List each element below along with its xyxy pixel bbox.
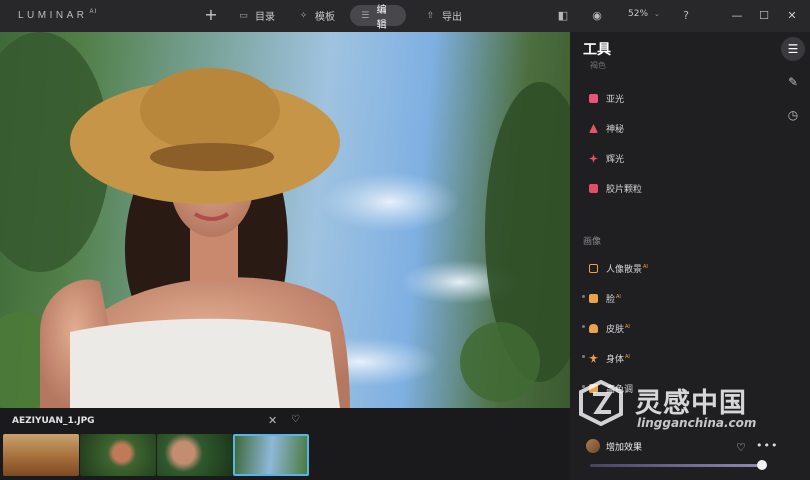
eye-icon[interactable]: ◉ xyxy=(589,8,605,24)
glow-icon xyxy=(589,154,598,163)
tab-catalog-label: 目录 xyxy=(255,12,275,23)
filmstrip: AEZIYUAN_1.JPG ✕ ♡ xyxy=(0,408,570,480)
thumbnail-3[interactable] xyxy=(157,434,233,476)
zoom-value: 52% xyxy=(628,9,649,19)
tool-skin-label: 皮肤AI xyxy=(606,324,630,335)
logo-text: LUMINAR xyxy=(18,10,88,21)
face-icon xyxy=(589,294,598,303)
thumbnail-4-selected[interactable] xyxy=(233,434,309,476)
tool-film-grain-label: 胶片颗粒 xyxy=(606,185,643,195)
panel-title: 工具 xyxy=(583,42,611,58)
favorite-effect[interactable]: 增加效果 xyxy=(586,439,642,453)
tab-export-label: 导出 xyxy=(442,12,462,23)
share-icon: ⇧ xyxy=(426,10,435,21)
photo-canvas[interactable] xyxy=(0,32,570,408)
tool-sepia-partial[interactable]: 褐色 xyxy=(590,60,606,71)
close-button[interactable]: ✕ xyxy=(785,8,799,24)
tab-templates[interactable]: ✧ 模板 xyxy=(288,5,345,26)
tool-body-label: 身体AI xyxy=(606,354,630,365)
portrait-bokeh-icon xyxy=(589,264,598,273)
tool-high-key-label: 高色调 xyxy=(606,385,634,395)
tool-skin[interactable]: 皮肤AI xyxy=(582,322,630,335)
minimize-button[interactable]: — xyxy=(730,8,744,24)
film-grain-icon xyxy=(589,184,598,193)
tool-glow-label: 辉光 xyxy=(606,155,625,165)
tool-film-grain[interactable]: 胶片颗粒 xyxy=(589,182,642,195)
tool-glow[interactable]: 辉光 xyxy=(589,152,624,165)
tool-face[interactable]: 脸AI xyxy=(582,292,621,305)
folder-icon: ▭ xyxy=(239,10,248,21)
close-icon[interactable]: ✕ xyxy=(268,414,277,427)
effect-avatar xyxy=(586,439,600,453)
filename-label: AEZIYUAN_1.JPG xyxy=(12,416,95,426)
slider-knob[interactable] xyxy=(757,460,767,470)
tool-mystical-label: 神秘 xyxy=(606,125,625,135)
magic-wand-icon: ✧ xyxy=(299,10,308,21)
tool-matte[interactable]: 亚光 xyxy=(589,92,624,105)
bullet-icon xyxy=(582,355,585,358)
more-options-icon[interactable]: ••• xyxy=(756,439,778,452)
thumbnail-2[interactable] xyxy=(80,434,156,476)
add-photos-button[interactable]: + xyxy=(204,6,218,24)
chevron-down-icon: ⌄ xyxy=(654,10,660,18)
thumbnail-1[interactable] xyxy=(3,434,79,476)
history-icon[interactable]: ◷ xyxy=(781,103,805,127)
photo-image xyxy=(0,32,570,408)
tab-export[interactable]: ⇧ 导出 xyxy=(415,5,472,26)
app-logo: LUMINAR AI xyxy=(18,9,97,21)
heart-icon[interactable]: ♡ xyxy=(291,414,300,425)
zoom-dropdown[interactable]: 52% ⌄ xyxy=(628,9,660,19)
compare-view-icon[interactable]: ◧ xyxy=(555,8,571,24)
bullet-icon xyxy=(582,325,585,328)
tool-high-key[interactable]: 高色调 xyxy=(582,382,634,395)
tools-panel: 工具 褐色 亚光 神秘 辉光 胶片颗粒 画像 人像散景AI 脸AI 皮肤AI 身… xyxy=(570,32,810,480)
effect-amount-slider[interactable] xyxy=(590,464,762,467)
tool-portrait-bokeh[interactable]: 人像散景AI xyxy=(589,262,648,275)
skin-icon xyxy=(589,324,598,333)
tool-face-label: 脸AI xyxy=(606,294,621,305)
high-key-icon xyxy=(589,384,598,393)
maximize-button[interactable]: ☐ xyxy=(757,8,771,24)
bullet-icon xyxy=(582,385,585,388)
help-icon[interactable]: ? xyxy=(678,8,694,24)
sliders-icon[interactable]: ☰ xyxy=(781,37,805,61)
mystical-icon xyxy=(589,124,598,133)
bullet-icon xyxy=(582,295,585,298)
tool-portrait-bokeh-label: 人像散景AI xyxy=(606,264,648,275)
tab-edit[interactable]: ☰ 编辑 xyxy=(350,5,406,31)
brush-icon[interactable]: ✎ xyxy=(781,70,805,94)
body-icon xyxy=(589,354,598,363)
tool-matte-label: 亚光 xyxy=(606,95,625,105)
heart-icon[interactable]: ♡ xyxy=(736,441,746,454)
matte-icon xyxy=(589,94,598,103)
tab-catalog[interactable]: ▭ 目录 xyxy=(228,5,285,26)
tool-body[interactable]: 身体AI xyxy=(582,352,630,365)
tab-templates-label: 模板 xyxy=(315,12,335,23)
sliders-icon: ☰ xyxy=(361,10,370,21)
section-portrait: 画像 xyxy=(583,237,602,247)
logo-ai: AI xyxy=(89,9,98,15)
top-bar: LUMINAR AI + ▭ 目录 ✧ 模板 ☰ 编辑 ⇧ 导出 ◧ ◉ 52% ⌄… xyxy=(0,0,810,32)
favorite-effect-label: 增加效果 xyxy=(606,442,643,453)
tool-mystical[interactable]: 神秘 xyxy=(589,122,624,135)
tab-edit-label: 编辑 xyxy=(376,4,387,31)
